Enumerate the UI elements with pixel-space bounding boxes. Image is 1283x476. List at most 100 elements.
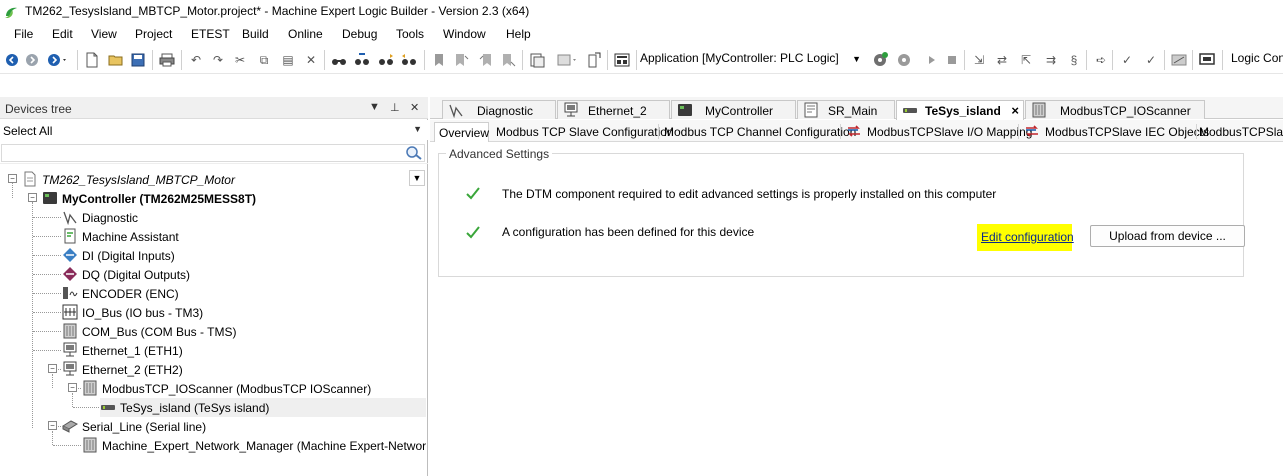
copy-icon[interactable]: ⧉	[256, 52, 272, 68]
dtm-installed-message: The DTM component required to edit advan…	[502, 187, 997, 201]
tree-item-com-bus[interactable]: COM_Bus (COM Bus - TMS)	[62, 322, 362, 341]
open-folder-icon[interactable]	[108, 52, 124, 68]
nav-dropdown-icon[interactable]	[46, 52, 70, 68]
tree-search-input[interactable]	[1, 144, 425, 162]
upload-from-device-button[interactable]: Upload from device ...	[1090, 225, 1245, 247]
tree-expander[interactable]: −	[8, 174, 17, 183]
menu-help[interactable]: Help	[506, 27, 531, 41]
build-icon[interactable]	[614, 52, 630, 68]
menu-build[interactable]: Build	[242, 27, 269, 41]
cut-icon[interactable]: ✂	[232, 52, 248, 68]
subtab-modbus-tcp-channel-configuration[interactable]: Modbus TCP Channel Configuration	[660, 122, 856, 142]
tab-sr-main[interactable]: SR_Main	[797, 100, 895, 119]
edit-configuration-link[interactable]: Edit configuration	[981, 230, 1074, 244]
tree-item-network-manager[interactable]: Machine_Expert_Network_Manager (Machine …	[82, 436, 426, 455]
toolbar-separator	[607, 50, 608, 70]
tree-item-diagnostic[interactable]: Diagnostic	[62, 208, 362, 227]
start-icon[interactable]	[924, 52, 940, 68]
redo-icon[interactable]: ↷	[210, 52, 226, 68]
forward-icon[interactable]	[24, 52, 40, 68]
find-icon[interactable]	[331, 52, 347, 68]
back-icon[interactable]	[4, 52, 20, 68]
tree-item-io-bus[interactable]: IO_Bus (IO bus - TM3)	[62, 303, 362, 322]
step-into-icon[interactable]: ⇲	[971, 52, 987, 68]
replace-icon[interactable]	[354, 52, 370, 68]
tree-expander[interactable]: −	[68, 383, 77, 392]
step-out-icon[interactable]: ⇱	[1018, 52, 1034, 68]
tree-item-modbustcp-ioscanner[interactable]: ModbusTCP_IOScanner (ModbusTCP IOScanner…	[82, 379, 412, 398]
breakpoint-icon[interactable]: §	[1066, 52, 1082, 68]
bookmark-next-icon[interactable]	[454, 52, 470, 68]
close-tab-icon[interactable]: ×	[1011, 103, 1019, 118]
find-previous-icon[interactable]	[401, 52, 417, 68]
tree-filter-select[interactable]: Select All ▼	[0, 120, 428, 140]
menu-edit[interactable]: Edit	[52, 27, 73, 41]
close-icon[interactable]: ✕	[410, 101, 419, 114]
tree-item-machine-assistant[interactable]: Machine Assistant	[62, 227, 362, 246]
menu-etest[interactable]: ETEST	[191, 27, 230, 41]
stop-icon[interactable]	[944, 52, 960, 68]
tab-tesys-island[interactable]: TeSys_island ×	[896, 100, 1024, 120]
tab-modbustcp-ioscanner[interactable]: ModbusTCP_IOScanner	[1025, 100, 1205, 119]
menu-online[interactable]: Online	[288, 27, 323, 41]
tree-item-tesys-island[interactable]: TeSys_island (TeSys island)	[100, 398, 426, 417]
force-values-icon[interactable]: ✓	[1119, 52, 1135, 68]
tree-connector	[52, 431, 53, 445]
search-icon[interactable]	[405, 145, 423, 161]
login-icon[interactable]	[872, 52, 888, 68]
menu-project[interactable]: Project	[135, 27, 172, 41]
tab-diagnostic[interactable]: Diagnostic	[442, 100, 556, 119]
bookmark-previous-icon[interactable]	[478, 52, 494, 68]
tree-expander[interactable]: −	[28, 193, 37, 202]
bookmark-clear-icon[interactable]	[501, 52, 517, 68]
menu-view[interactable]: View	[91, 27, 117, 41]
tree-item-project-root[interactable]: TM262_TesysIsland_MBTCP_Motor	[22, 170, 402, 189]
tree-expander[interactable]: −	[48, 364, 57, 373]
subtab-label: Overview	[439, 126, 490, 140]
tree-item-ethernet-2[interactable]: Ethernet_2 (ETH2)	[62, 360, 362, 379]
bookmark-icon[interactable]	[431, 52, 447, 68]
print-icon[interactable]	[159, 52, 175, 68]
save-icon[interactable]	[130, 52, 146, 68]
subtab-overview[interactable]: Overview	[434, 122, 489, 142]
menu-debug[interactable]: Debug	[342, 27, 377, 41]
subtab-label: Modbus TCP Slave Configuration	[496, 125, 674, 139]
pin-icon[interactable]: ⊥	[390, 101, 400, 114]
subtab-modbus-tcp-slave-configuration[interactable]: Modbus TCP Slave Configuration	[492, 122, 674, 142]
tree-item-digital-inputs[interactable]: DI (Digital Inputs)	[62, 246, 362, 265]
undo-icon[interactable]: ↶	[188, 52, 204, 68]
insert-element-icon[interactable]	[556, 52, 580, 68]
run-to-cursor-icon[interactable]: ⇉	[1043, 52, 1059, 68]
export-icon[interactable]	[586, 52, 602, 68]
subtab-iec-objects[interactable]: ModbusTCPSlave IEC Objects	[1020, 122, 1209, 142]
logout-icon[interactable]	[896, 52, 912, 68]
step-over-icon[interactable]: ⇄	[994, 52, 1010, 68]
monitor-icon[interactable]	[1199, 52, 1215, 68]
unforce-values-icon[interactable]: ✓	[1143, 52, 1159, 68]
tree-item-digital-outputs[interactable]: DQ (Digital Outputs)	[62, 265, 362, 284]
logic-configuration-label[interactable]: Logic Con	[1231, 51, 1283, 65]
menu-file[interactable]: File	[14, 27, 33, 41]
subtab-io-mapping[interactable]: ModbusTCPSlave I/O Mapping	[842, 122, 1032, 142]
tree-item-controller[interactable]: MyController (TM262M25MESS8T)	[42, 189, 422, 208]
delete-icon[interactable]: ✕	[303, 52, 319, 68]
application-selector[interactable]: Application [MyController: PLC Logic] ▼	[640, 51, 861, 69]
menu-window[interactable]: Window	[443, 27, 486, 41]
chevron-down-icon[interactable]: ▼	[409, 170, 425, 186]
tree-item-ethernet-1[interactable]: Ethernet_1 (ETH1)	[62, 341, 362, 360]
simulation-icon[interactable]	[1171, 52, 1187, 68]
toolbar-separator	[324, 50, 325, 70]
tree-item-serial-line[interactable]: Serial_Line (Serial line)	[62, 417, 362, 436]
tab-mycontroller[interactable]: MyController	[671, 100, 796, 119]
paste-icon[interactable]: ▤	[280, 52, 296, 68]
find-next-icon[interactable]	[378, 52, 394, 68]
menu-tools[interactable]: Tools	[396, 27, 424, 41]
tree-expander[interactable]: −	[48, 421, 57, 430]
tree-item-encoder[interactable]: ENCODER (ENC)	[62, 284, 362, 303]
subtab-modbustcpslave[interactable]: ModbusTCPSlave	[1198, 122, 1283, 142]
tab-ethernet-2[interactable]: Ethernet_2	[557, 100, 670, 119]
write-values-icon[interactable]: ➪	[1093, 52, 1109, 68]
pane-menu-icon[interactable]: ▼	[369, 101, 380, 113]
clipboard-icon[interactable]	[529, 52, 545, 68]
new-file-icon[interactable]	[84, 52, 100, 68]
